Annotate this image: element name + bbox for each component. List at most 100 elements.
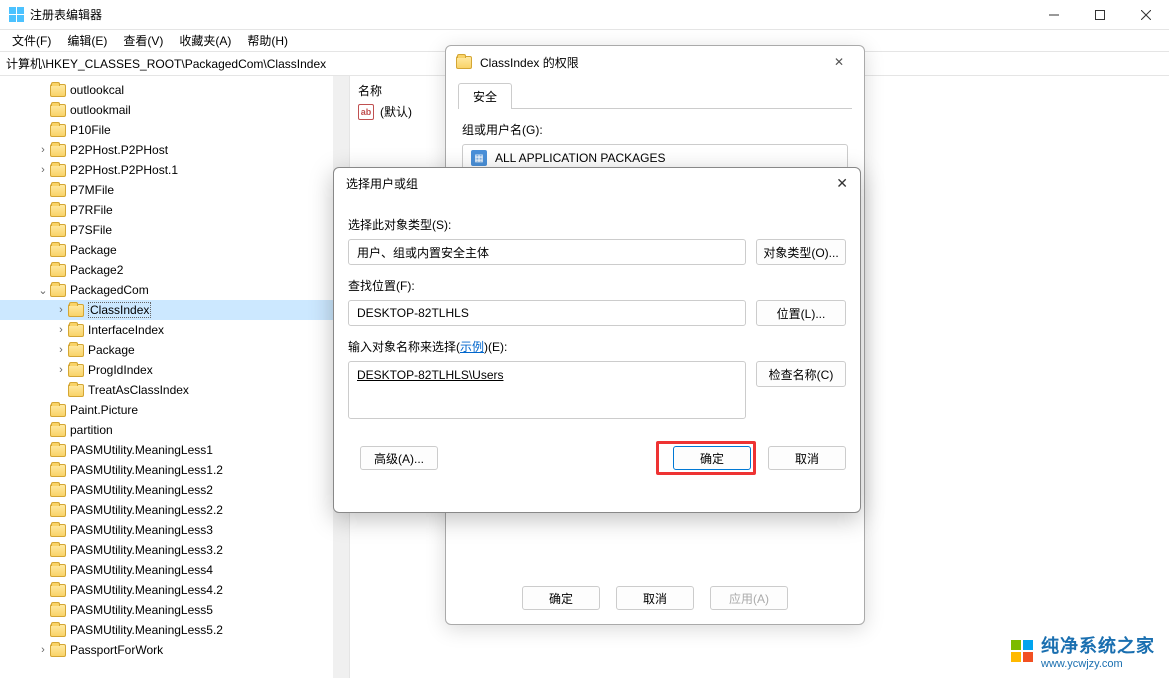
folder-icon xyxy=(50,504,66,517)
expand-icon[interactable]: › xyxy=(54,344,68,356)
folder-icon xyxy=(456,56,472,69)
tree-node[interactable]: › ClassIndex xyxy=(0,300,349,320)
expand-icon[interactable]: › xyxy=(54,364,68,376)
folder-icon xyxy=(50,124,66,137)
folder-icon xyxy=(50,284,66,297)
close-icon[interactable]: ✕ xyxy=(836,175,848,192)
object-name-label: 输入对象名称来选择(示例)(E): xyxy=(348,338,846,355)
folder-icon xyxy=(50,524,66,537)
expand-icon[interactable]: › xyxy=(36,144,50,156)
tree-label: Paint.Picture xyxy=(70,403,138,417)
tree-label: P7MFile xyxy=(70,183,114,197)
perm-cancel-button[interactable]: 取消 xyxy=(616,586,694,610)
folder-icon xyxy=(50,144,66,157)
tree-node[interactable]: PASMUtility.MeaningLess2.2 xyxy=(0,500,349,520)
folder-icon xyxy=(50,444,66,457)
tree-label: PASMUtility.MeaningLess2.2 xyxy=(70,503,223,517)
folder-icon xyxy=(50,164,66,177)
folder-icon xyxy=(68,364,84,377)
tree-node[interactable]: PASMUtility.MeaningLess4.2 xyxy=(0,580,349,600)
watermark-url: www.ycwjzy.com xyxy=(1041,658,1155,670)
ok-button[interactable]: 确定 xyxy=(673,446,751,470)
expand-icon[interactable]: › xyxy=(36,644,50,656)
object-type-label: 选择此对象类型(S): xyxy=(348,216,846,233)
expand-icon[interactable]: › xyxy=(36,164,50,176)
tree-node[interactable]: PASMUtility.MeaningLess3.2 xyxy=(0,540,349,560)
tree-node[interactable]: outlookcal xyxy=(0,80,349,100)
minimize-button[interactable] xyxy=(1031,0,1077,30)
folder-icon xyxy=(50,184,66,197)
advanced-button[interactable]: 高级(A)... xyxy=(360,446,438,470)
tree-label: P10File xyxy=(70,123,111,137)
value-name: (默认) xyxy=(380,103,412,120)
expand-icon[interactable]: › xyxy=(54,324,68,336)
perm-apply-button: 应用(A) xyxy=(710,586,788,610)
menu-view[interactable]: 查看(V) xyxy=(115,30,171,51)
close-icon[interactable]: ✕ xyxy=(824,55,854,69)
tree-node[interactable]: PASMUtility.MeaningLess1.2 xyxy=(0,460,349,480)
tree-node[interactable]: P10File xyxy=(0,120,349,140)
folder-icon xyxy=(50,564,66,577)
object-name-input[interactable]: DESKTOP-82TLHLS\Users xyxy=(348,361,746,419)
tree-node[interactable]: PASMUtility.MeaningLess5 xyxy=(0,600,349,620)
tree-node[interactable]: › P2PHost.P2PHost xyxy=(0,140,349,160)
tree-label: ProgIdIndex xyxy=(88,363,153,377)
tree-label: InterfaceIndex xyxy=(88,323,164,337)
tree-label: P2PHost.P2PHost.1 xyxy=(70,163,178,177)
tree-label: partition xyxy=(70,423,113,437)
tree-node[interactable]: PASMUtility.MeaningLess2 xyxy=(0,480,349,500)
menu-edit[interactable]: 编辑(E) xyxy=(59,30,115,51)
tree-node[interactable]: Package2 xyxy=(0,260,349,280)
tree-node[interactable]: P7SFile xyxy=(0,220,349,240)
tree-label: ClassIndex xyxy=(88,302,151,318)
tree-label: P2PHost.P2PHost xyxy=(70,143,168,157)
folder-icon xyxy=(50,404,66,417)
tree-node[interactable]: ›PassportForWork xyxy=(0,640,349,660)
collapse-icon[interactable]: ⌄ xyxy=(36,284,50,297)
tree-label: PASMUtility.MeaningLess4 xyxy=(70,563,213,577)
tree-node[interactable]: PASMUtility.MeaningLess1 xyxy=(0,440,349,460)
tree-label: PackagedCom xyxy=(70,283,149,297)
perm-ok-button[interactable]: 确定 xyxy=(522,586,600,610)
tree-node[interactable]: P7RFile xyxy=(0,200,349,220)
folder-icon xyxy=(50,604,66,617)
tree-node[interactable]: ›Package xyxy=(0,340,349,360)
tree-node[interactable]: › InterfaceIndex xyxy=(0,320,349,340)
tree-node[interactable]: › ProgIdIndex xyxy=(0,360,349,380)
tree-node[interactable]: PASMUtility.MeaningLess3 xyxy=(0,520,349,540)
object-types-button[interactable]: 对象类型(O)... xyxy=(756,239,846,265)
expand-icon[interactable]: › xyxy=(54,304,68,316)
menu-help[interactable]: 帮助(H) xyxy=(239,30,296,51)
folder-icon xyxy=(50,544,66,557)
tree-label: PASMUtility.MeaningLess1 xyxy=(70,443,213,457)
tree-node[interactable]: PASMUtility.MeaningLess5.2 xyxy=(0,620,349,640)
tree-label: PASMUtility.MeaningLess5 xyxy=(70,603,213,617)
maximize-button[interactable] xyxy=(1077,0,1123,30)
tree-node[interactable]: › P2PHost.P2PHost.1 xyxy=(0,160,349,180)
tree-node[interactable]: Package xyxy=(0,240,349,260)
tree-node[interactable]: ⌄ PackagedCom xyxy=(0,280,349,300)
menu-file[interactable]: 文件(F) xyxy=(4,30,59,51)
tree-node[interactable]: P7MFile xyxy=(0,180,349,200)
folder-icon xyxy=(50,84,66,97)
folder-icon xyxy=(68,304,84,317)
tab-security[interactable]: 安全 xyxy=(458,83,512,109)
menu-favorites[interactable]: 收藏夹(A) xyxy=(171,30,239,51)
cancel-button[interactable]: 取消 xyxy=(768,446,846,470)
titlebar: 注册表编辑器 xyxy=(0,0,1169,30)
tree-node[interactable]: PASMUtility.MeaningLess4 xyxy=(0,560,349,580)
folder-icon xyxy=(50,484,66,497)
example-link[interactable]: 示例 xyxy=(460,340,484,354)
tree-node[interactable]: Paint.Picture xyxy=(0,400,349,420)
locations-button[interactable]: 位置(L)... xyxy=(756,300,846,326)
tree-node[interactable]: partition xyxy=(0,420,349,440)
tree-label: Package2 xyxy=(70,263,123,277)
tree-label: outlookmail xyxy=(70,103,131,117)
folder-icon xyxy=(50,264,66,277)
folder-icon xyxy=(50,424,66,437)
registry-tree[interactable]: outlookcal outlookmail P10File › P2PHost.P2P… xyxy=(0,76,350,678)
check-names-button[interactable]: 检查名称(C) xyxy=(756,361,846,387)
tree-node[interactable]: TreatAsClassIndex xyxy=(0,380,349,400)
close-button[interactable] xyxy=(1123,0,1169,30)
tree-node[interactable]: outlookmail xyxy=(0,100,349,120)
